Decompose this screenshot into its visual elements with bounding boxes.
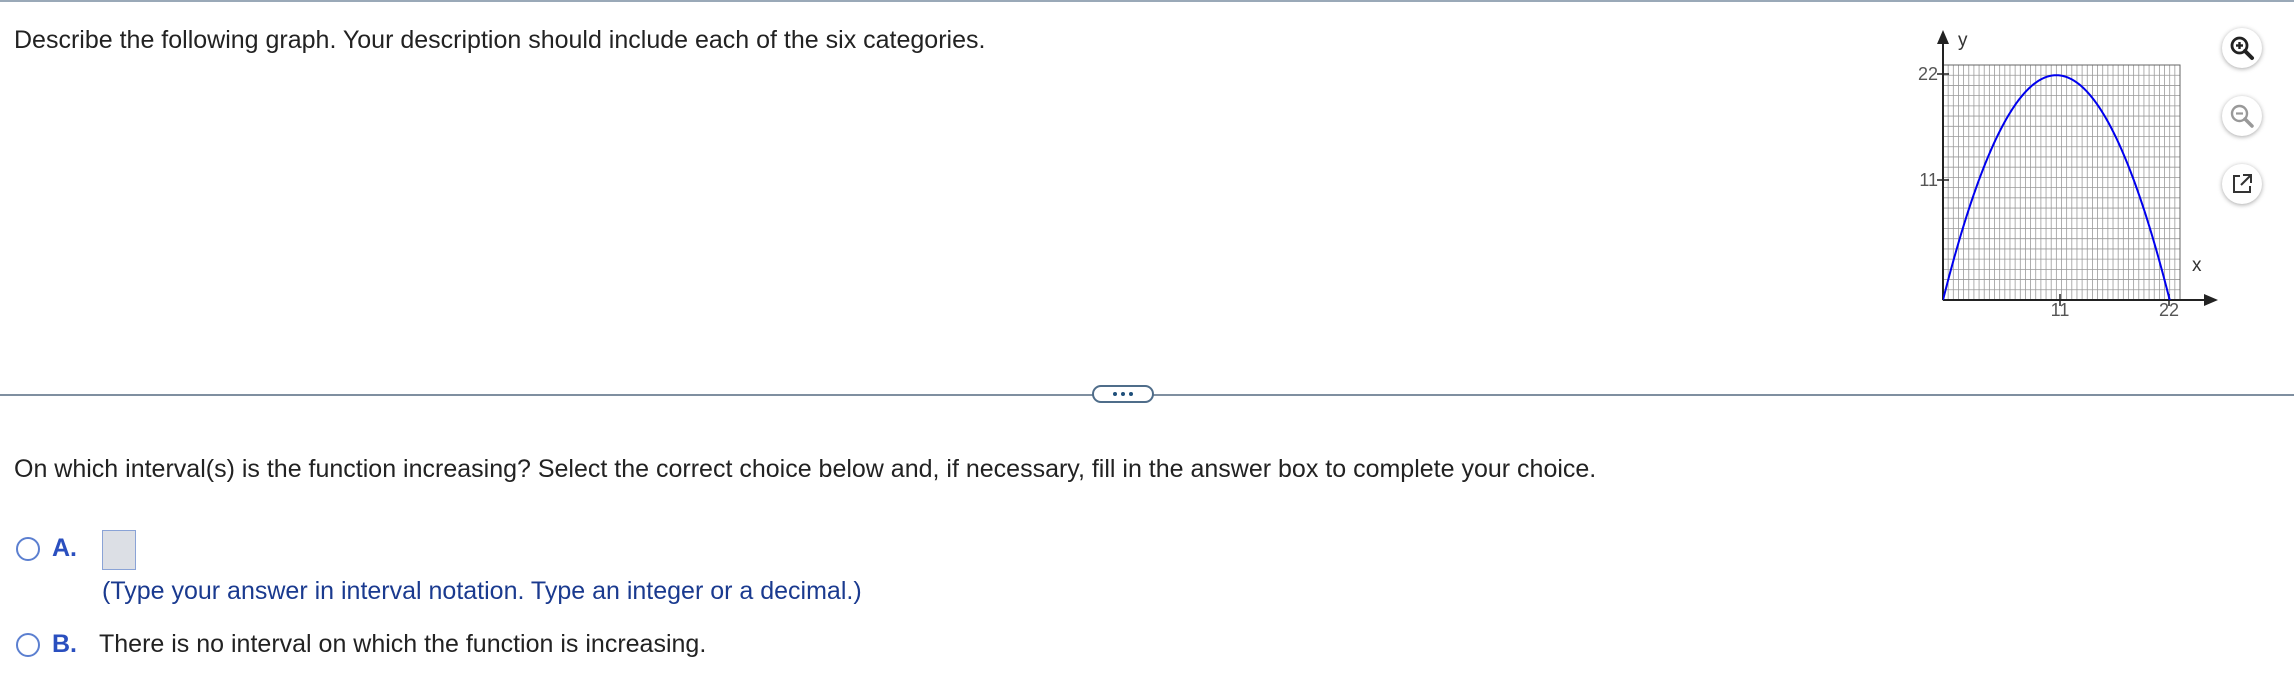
answer-input[interactable] bbox=[102, 530, 136, 570]
top-border bbox=[0, 0, 2294, 2]
zoom-out-icon bbox=[2230, 104, 2254, 128]
choice-b-letter: B. bbox=[52, 630, 77, 658]
choice-b-text: There is no interval on which the functi… bbox=[99, 630, 707, 658]
dot-icon bbox=[1121, 392, 1125, 396]
expand-button[interactable] bbox=[1092, 385, 1154, 403]
zoom-out-button[interactable] bbox=[2222, 96, 2262, 136]
y-tick-label: 22 bbox=[1918, 64, 1938, 84]
y-tick-label: 11 bbox=[1919, 170, 1938, 190]
zoom-in-button[interactable] bbox=[2222, 28, 2262, 68]
zoom-in-icon bbox=[2230, 36, 2254, 60]
popout-button[interactable] bbox=[2222, 164, 2262, 204]
answer-hint: (Type your answer in interval notation. … bbox=[102, 577, 862, 605]
dot-icon bbox=[1129, 392, 1133, 396]
choice-a[interactable]: A. bbox=[16, 534, 77, 563]
subquestion-text: On which interval(s) is the function inc… bbox=[14, 455, 1597, 483]
question-text: Describe the following graph. Your descr… bbox=[14, 26, 986, 54]
parabola-graph: y x 11 22 22 11 bbox=[1918, 30, 2218, 320]
x-axis-arrow bbox=[2204, 294, 2218, 306]
choice-a-radio[interactable] bbox=[16, 536, 40, 561]
x-axis-label: x bbox=[2192, 255, 2202, 276]
popout-icon bbox=[2233, 174, 2252, 193]
choice-b[interactable]: B. There is no interval on which the fun… bbox=[16, 630, 706, 659]
y-axis-arrow bbox=[1937, 30, 1949, 44]
choice-b-radio[interactable] bbox=[16, 632, 40, 657]
y-axis-label: y bbox=[1958, 30, 1968, 51]
dot-icon bbox=[1113, 392, 1117, 396]
choice-a-letter: A. bbox=[52, 534, 77, 562]
